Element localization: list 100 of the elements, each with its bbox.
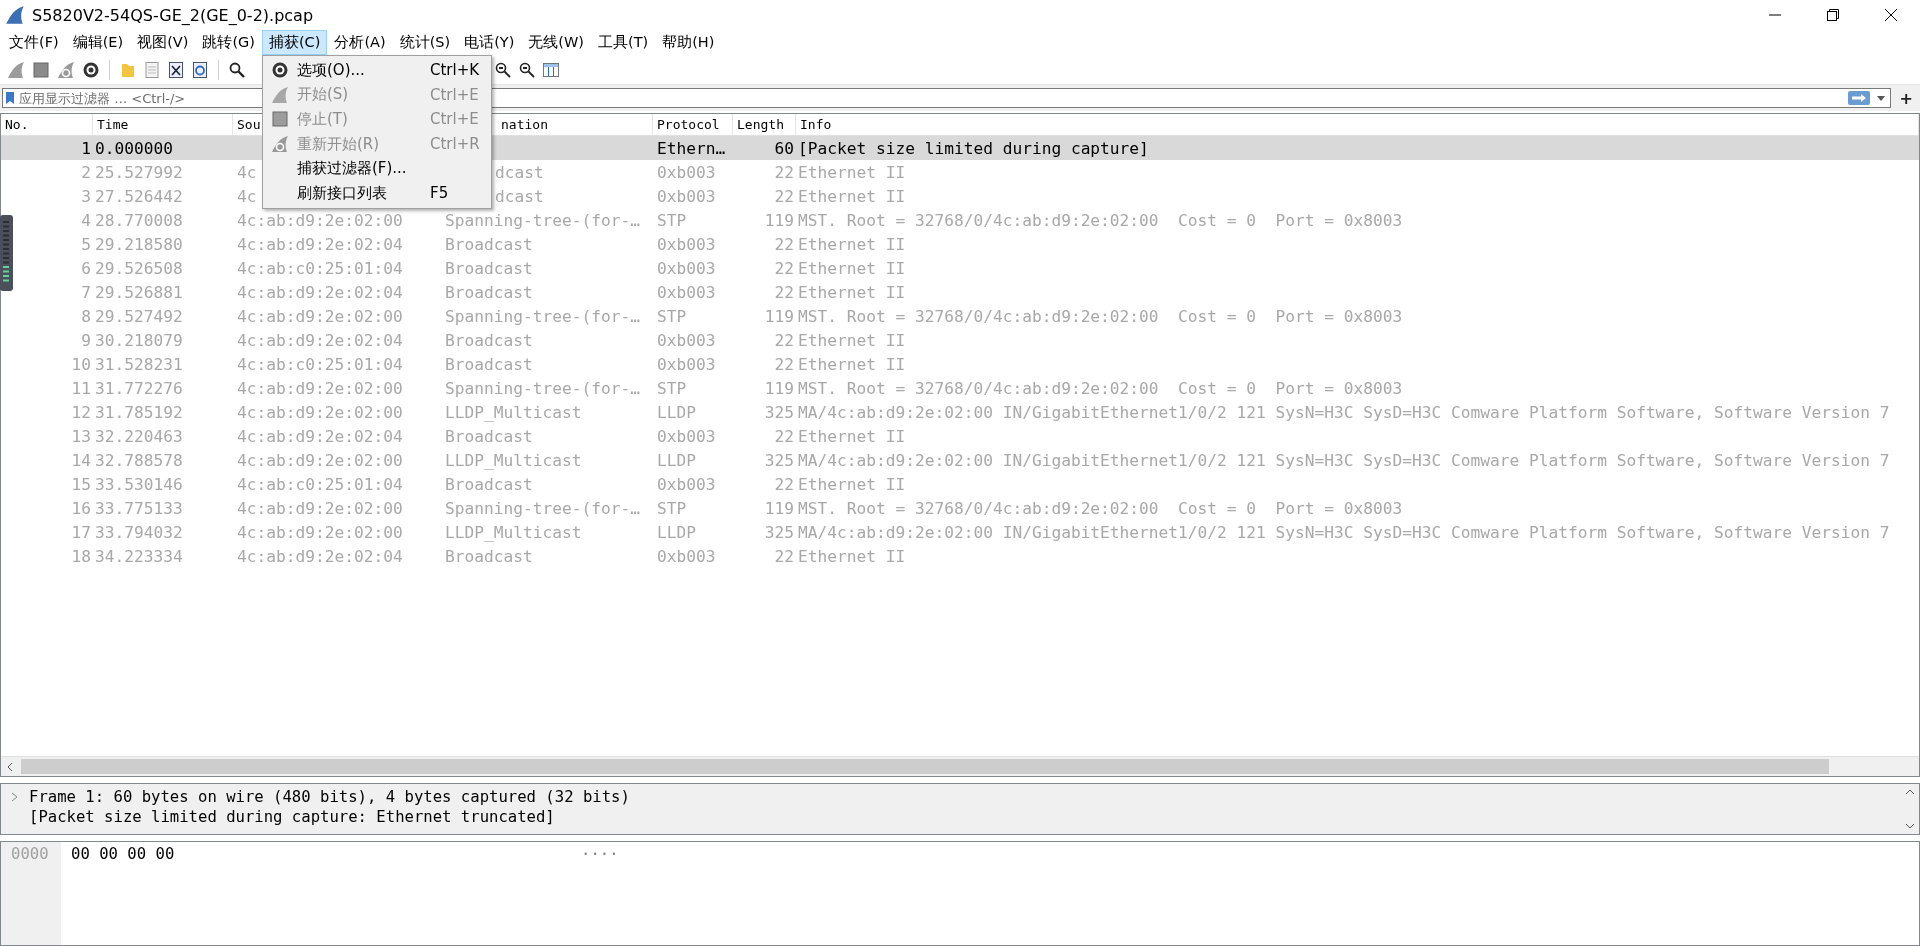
table-cell: 4c:ab:d9:2e:02:00 xyxy=(237,306,403,326)
close-file-button[interactable] xyxy=(167,60,185,79)
column-header[interactable]: Sou xyxy=(237,117,261,132)
table-cell: 0xb003 xyxy=(657,162,716,182)
window-title: S5820V2-54QS-GE_2(GE_0-2).pcap xyxy=(32,5,314,25)
table-cell: 5 xyxy=(81,234,91,254)
table-cell: 29.527492 xyxy=(95,306,183,326)
table-cell: 4c:ab:c0:25:01:04 xyxy=(237,354,403,374)
table-cell: STP xyxy=(657,378,687,398)
save-file-button[interactable] xyxy=(143,60,161,79)
column-header[interactable]: Protocol xyxy=(657,117,720,132)
table-cell: 29.218580 xyxy=(95,234,183,254)
close-icon xyxy=(1885,9,1897,21)
menu-item[interactable]: 帮助(H) xyxy=(655,30,722,55)
resize-columns-button[interactable] xyxy=(542,60,560,79)
options-button[interactable] xyxy=(82,60,100,79)
bookmark-icon[interactable] xyxy=(5,91,15,105)
table-cell: 10 xyxy=(71,354,91,374)
find-button[interactable] xyxy=(228,60,246,79)
table-cell: Ethernet II xyxy=(798,234,906,254)
zoom-out-button[interactable] xyxy=(518,60,536,79)
filter-input[interactable]: 应用显示过滤器 … <Ctrl-/> xyxy=(19,90,244,106)
table-cell: 14 xyxy=(71,450,91,470)
table-cell: Broadcast xyxy=(445,354,533,374)
zoom-icon xyxy=(518,60,536,79)
gear-icon xyxy=(82,60,100,79)
table-cell: dcast xyxy=(495,162,544,182)
column-header[interactable]: No. xyxy=(5,117,29,132)
table-cell: 4c:ab:c0:25:01:04 xyxy=(237,474,403,494)
menu-item[interactable]: 无线(W) xyxy=(521,30,591,55)
add-filter-button[interactable]: + xyxy=(1894,88,1918,108)
menu-item[interactable]: 工具(T) xyxy=(591,30,656,55)
table-cell: 4c:ab:d9:2e:02:00 xyxy=(237,210,403,230)
table-cell: LLDP xyxy=(657,522,696,542)
column-header[interactable]: Info xyxy=(800,117,832,132)
hex-bytes: 00 00 00 00 xyxy=(70,844,176,865)
table-cell: 4c:ab:c0:25:01:04 xyxy=(237,258,403,278)
table-cell: Broadcast xyxy=(445,282,533,302)
table-cell: 33.530146 xyxy=(95,474,183,494)
table-cell: 18 xyxy=(71,546,91,566)
table-cell: 8 xyxy=(81,306,91,326)
table-cell: Broadcast xyxy=(445,330,533,350)
table-cell: 30.218079 xyxy=(95,330,183,350)
restart-capture-button[interactable] xyxy=(56,59,76,80)
table-cell: 0xb003 xyxy=(657,258,716,278)
table-cell: 4c:ab:d9:2e:02:00 xyxy=(237,402,403,422)
menu-item[interactable]: 电话(Y) xyxy=(457,30,522,55)
table-cell: 0.000000 xyxy=(95,138,173,158)
table-cell: MA/4c:ab:d9:2e:02:00 IN/GigabitEthernet1/0/2 121 SysN=H3C SysD=H3C Comware Platform Software, Software Version 7 xyxy=(798,450,1890,470)
restart-icon xyxy=(270,134,290,155)
menu-entry[interactable]: 刷新接口列表 xyxy=(297,183,387,202)
table-cell: 15 xyxy=(71,474,91,494)
zoom-in-button[interactable] xyxy=(494,60,512,79)
table-cell: 60 xyxy=(774,138,794,158)
menu-item[interactable]: 视图(V) xyxy=(130,30,196,55)
chevron-up-icon xyxy=(1905,789,1915,795)
chevron-left-icon xyxy=(7,761,13,772)
file-icon xyxy=(143,60,161,79)
menu-item[interactable]: 文件(F) xyxy=(2,30,66,55)
menu-item[interactable]: 编辑(E) xyxy=(65,30,131,55)
menu-entry[interactable]: 选项(O)... xyxy=(297,60,365,79)
table-cell: Ethernet II xyxy=(798,186,906,206)
table-cell: Broadcast xyxy=(445,234,533,254)
menu-item[interactable]: 跳转(G) xyxy=(195,30,262,55)
table-cell: 27.526442 xyxy=(95,186,183,206)
table-cell: Broadcast xyxy=(445,474,533,494)
table-cell: 11 xyxy=(71,378,91,398)
reload-icon xyxy=(191,60,209,79)
stop-capture-button[interactable] xyxy=(32,60,50,79)
table-cell: 31.785192 xyxy=(95,402,183,422)
start-capture-button[interactable] xyxy=(6,59,26,80)
table-cell: MST. Root = 32768/0/4c:ab:d9:2e:02:00 Cost = 0 Port = 0x8003 xyxy=(798,210,1403,230)
table-cell: 0xb003 xyxy=(657,234,716,254)
menu-item[interactable]: 捕获(C) xyxy=(261,30,328,55)
gear-icon xyxy=(271,61,289,80)
table-cell: Broadcast xyxy=(445,546,533,566)
menu-item[interactable]: 统计(S) xyxy=(392,30,458,55)
table-cell: Ethernet II xyxy=(798,162,906,182)
scrollbar-thumb[interactable] xyxy=(21,759,1829,774)
table-cell: Ethernet II xyxy=(798,354,906,374)
table-cell: 22 xyxy=(774,234,794,254)
menu-item[interactable]: 分析(A) xyxy=(327,30,393,55)
reload-button[interactable] xyxy=(191,60,209,79)
column-header[interactable]: Time xyxy=(97,117,129,132)
table-cell: 31.772276 xyxy=(95,378,183,398)
menu-entry[interactable]: 捕获过滤器(F)... xyxy=(297,159,407,178)
table-cell: 119 xyxy=(764,210,794,230)
column-header[interactable]: Length xyxy=(737,117,784,132)
table-cell: 4c:ab:d9:2e:02:04 xyxy=(237,282,403,302)
table-cell: 22 xyxy=(774,282,794,302)
table-cell: 22 xyxy=(774,330,794,350)
shortcut-label: Ctrl+E xyxy=(430,85,479,104)
table-cell: 325 xyxy=(764,450,794,470)
table-cell: LLDP xyxy=(657,450,696,470)
column-header[interactable]: nation xyxy=(501,117,548,132)
table-cell: 33.794032 xyxy=(95,522,183,542)
ascii-bytes: ···· xyxy=(581,844,619,865)
table-cell: 22 xyxy=(774,162,794,182)
table-cell: STP xyxy=(657,498,687,518)
shark-fin-icon xyxy=(4,4,26,26)
